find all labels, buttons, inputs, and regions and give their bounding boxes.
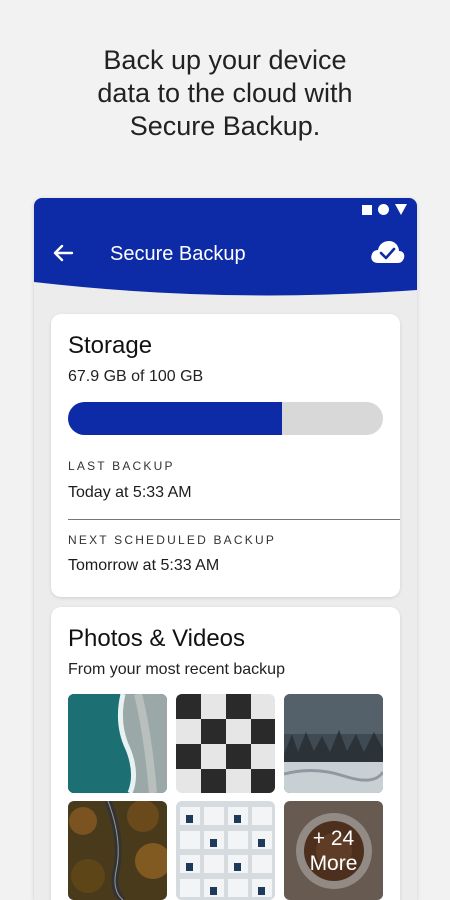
circle-icon [378, 204, 389, 215]
square-icon [362, 204, 372, 215]
divider [68, 519, 400, 520]
triangle-icon [395, 204, 407, 215]
headline-line-2: data to the cloud with [97, 78, 353, 108]
app-bar: Secure Backup [34, 198, 417, 298]
arrow-left-icon[interactable] [52, 242, 74, 264]
storage-title: Storage [68, 332, 153, 359]
app-bar-title: Secure Backup [110, 243, 246, 265]
storage-progress-fill [68, 402, 282, 435]
photo-thumbnail-snowy-forest[interactable] [284, 694, 383, 793]
onboarding-headline: Back up your device data to the cloud wi… [0, 44, 450, 143]
storage-progress-bar [68, 402, 383, 435]
photos-title: Photos & Videos [68, 625, 246, 652]
photo-thumbnail-checkerboard[interactable] [176, 694, 275, 793]
headline-line-1: Back up your device [103, 45, 347, 75]
more-count: + 24 [312, 826, 355, 850]
next-backup-value: Tomorrow at 5:33 AM [68, 557, 220, 574]
photo-thumbnail-aerial-beach[interactable] [68, 694, 167, 793]
headline-line-3: Secure Backup. [129, 111, 321, 141]
storage-amount: 67.9 GB of 100 GB [68, 368, 204, 385]
photos-subtitle: From your most recent backup [68, 661, 285, 678]
photo-thumbnail-autumn-road[interactable] [68, 801, 167, 900]
last-backup-label: LAST BACKUP [68, 459, 175, 473]
phone-screen: Secure Backup Storage 67.9 GB of 100 GB … [34, 198, 417, 900]
more-label: More [309, 851, 358, 875]
photos-card: Photos & Videos From your most recent ba… [51, 607, 400, 900]
next-backup-label: NEXT SCHEDULED BACKUP [68, 533, 277, 547]
status-bar [362, 204, 407, 215]
storage-card: Storage 67.9 GB of 100 GB LAST BACKUP To… [51, 314, 400, 597]
more-photos-overlay[interactable]: + 24 More [284, 801, 383, 900]
photo-thumbnail-building-facade[interactable] [176, 801, 275, 900]
cloud-check-icon[interactable] [369, 238, 405, 266]
photo-thumbnail-more[interactable]: + 24 More [284, 801, 383, 900]
last-backup-value: Today at 5:33 AM [68, 484, 192, 501]
